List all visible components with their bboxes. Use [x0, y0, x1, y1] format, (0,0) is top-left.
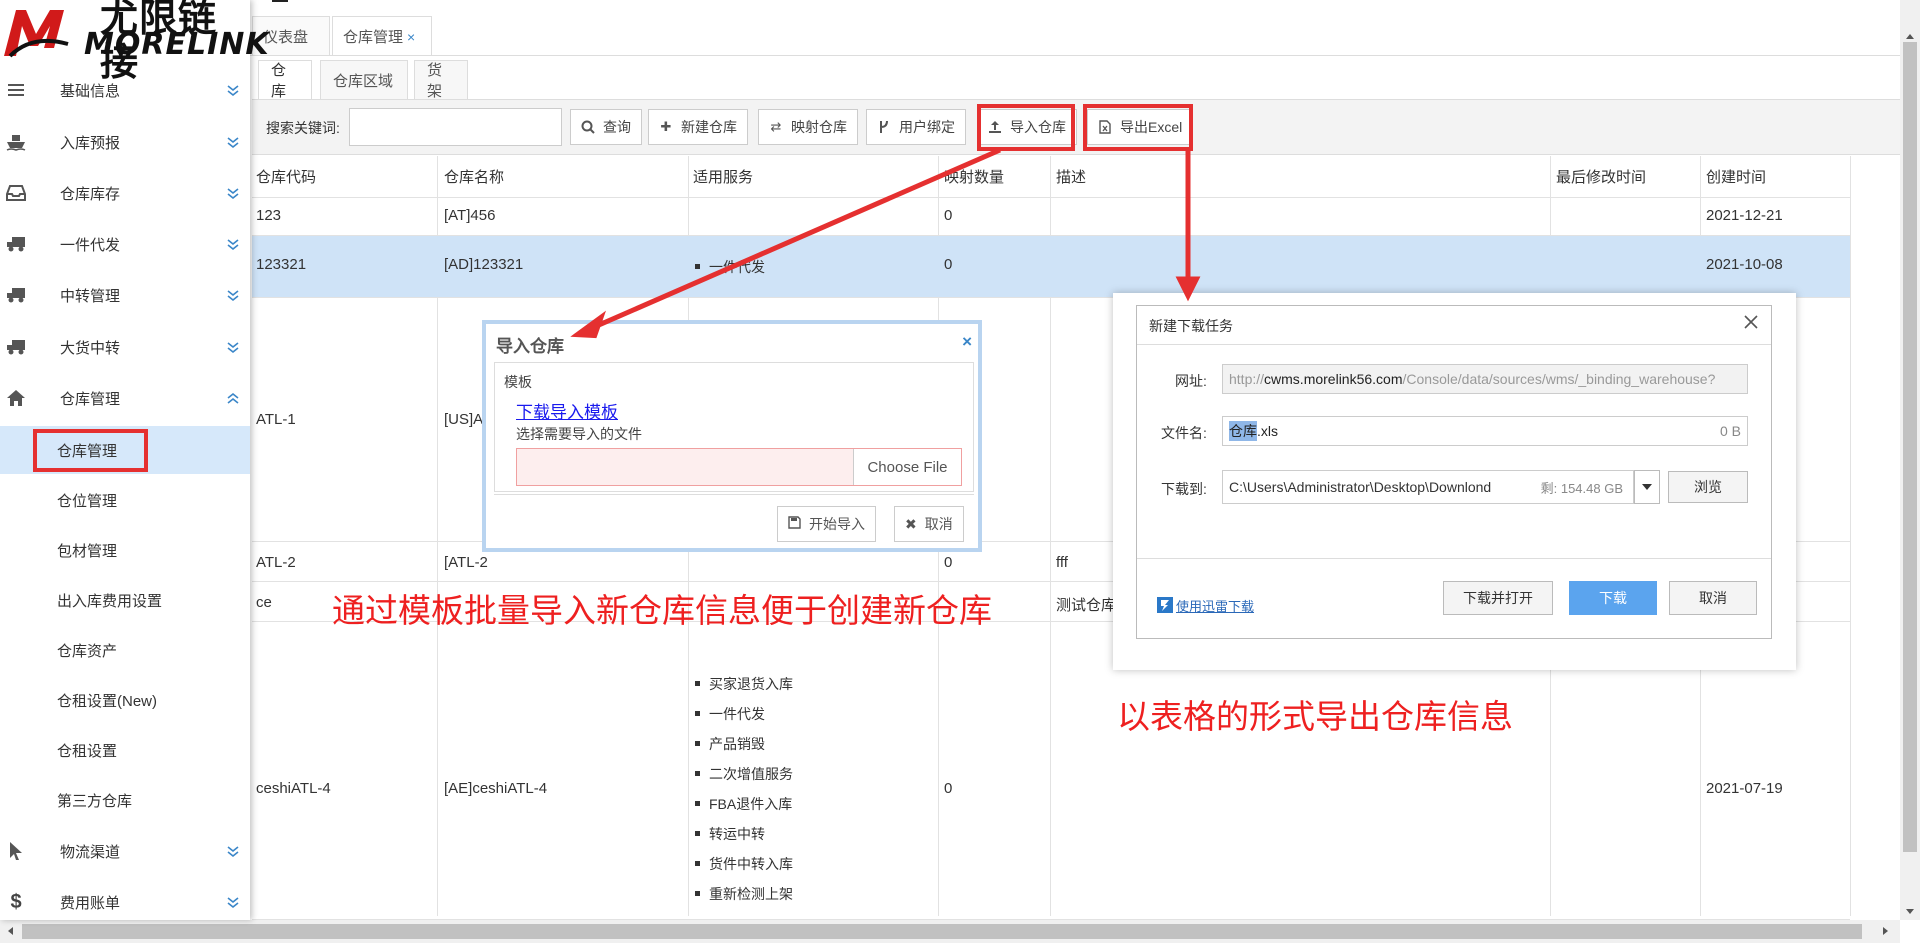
annotation-arrows	[570, 147, 1201, 339]
import-annotation: 通过模板批量导入新仓库信息便于创建新仓库	[332, 591, 992, 630]
export-annotation: 以表格的形式导出仓库信息	[1117, 697, 1513, 736]
highlight-sidebar-warehouse	[33, 429, 148, 472]
arrow-head	[1175, 276, 1201, 302]
highlight-import-button	[977, 104, 1075, 151]
highlight-export-button	[1083, 104, 1193, 151]
arrow-head	[570, 310, 607, 339]
screen: 尤限链接 MORELINK 基础信息 入库预报 仓库库存 一件代发 中转管理 大…	[0, 0, 1920, 943]
arrow-to-import-dialog	[591, 147, 1001, 331]
